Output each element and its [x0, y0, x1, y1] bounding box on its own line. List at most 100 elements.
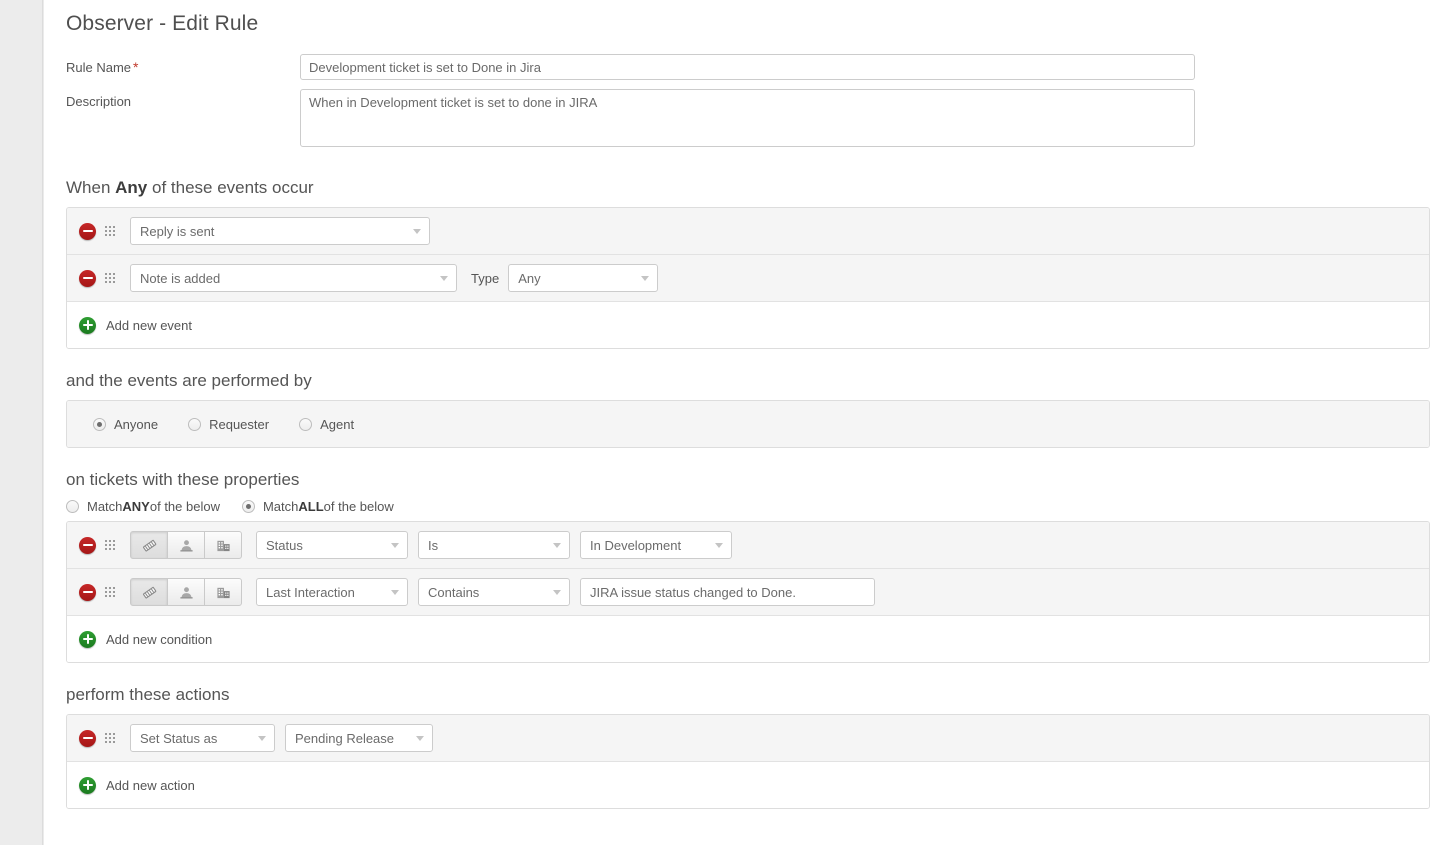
events-heading: When Any of these events occur — [44, 156, 1434, 207]
chevron-down-icon — [715, 543, 723, 548]
match-any-suffix: of the below — [149, 499, 220, 514]
ticket-icon[interactable] — [130, 531, 168, 559]
condition-scope-toggle-group — [130, 578, 242, 606]
condition-field-dropdown[interactable]: Status — [256, 531, 408, 559]
ticket-icon[interactable] — [130, 578, 168, 606]
performer-option-requester-label: Requester — [209, 416, 270, 432]
note-type-label: Type — [471, 270, 500, 286]
events-heading-prefix: When — [66, 178, 116, 197]
actions-panel: Set Status as Pending Release Add new ac… — [66, 714, 1430, 809]
event-row: Note is added Type Any — [67, 255, 1429, 302]
action-value-dropdown[interactable]: Pending Release — [285, 724, 433, 752]
drag-handle-icon[interactable] — [105, 539, 116, 551]
chevron-down-icon — [553, 543, 561, 548]
main-content: Observer - Edit Rule Rule Name* Descript… — [44, 0, 1434, 845]
drag-handle-icon[interactable] — [105, 732, 116, 744]
radio-icon[interactable] — [93, 417, 106, 431]
performer-option-agent[interactable]: Agent — [299, 417, 354, 432]
match-type-radio-group: Match ANY of the below Match ALL of the … — [44, 499, 1434, 521]
add-new-action-button[interactable]: Add new action — [79, 776, 195, 794]
condition-row: Last Interaction Contains — [67, 569, 1429, 616]
observer-edit-rule-page: Observer - Edit Rule Rule Name* Descript… — [0, 0, 1434, 845]
add-new-condition-row[interactable]: Add new condition — [67, 616, 1429, 662]
condition-operator-dropdown[interactable]: Is — [418, 531, 570, 559]
condition-value-input[interactable] — [580, 578, 875, 606]
match-all-option[interactable]: Match ALL of the below — [241, 499, 394, 514]
action-row: Set Status as Pending Release — [67, 715, 1429, 762]
description-label: Description — [66, 94, 132, 109]
radio-icon[interactable] — [188, 417, 202, 431]
performer-radio-row: Anyone Requester Agent — [67, 401, 1429, 447]
conditions-heading: on tickets with these properties — [66, 470, 300, 489]
condition-value-dropdown[interactable]: In Development — [580, 531, 732, 559]
condition-operator-dropdown[interactable]: Contains — [418, 578, 570, 606]
rule-name-label: Rule Name * — [66, 54, 300, 75]
add-new-condition-label: Add new condition — [106, 631, 213, 647]
radio-icon[interactable] — [241, 500, 255, 513]
drag-handle-icon[interactable] — [105, 225, 116, 237]
required-asterisk-icon: * — [133, 59, 139, 75]
add-new-event-row[interactable]: Add new event — [67, 302, 1429, 348]
chevron-down-icon — [641, 276, 650, 281]
add-new-event-button[interactable]: Add new event — [79, 316, 193, 334]
contact-icon[interactable] — [167, 578, 205, 606]
condition-value-text: In Development — [590, 537, 682, 553]
note-type-value: Any — [518, 270, 541, 286]
match-all-strong: ALL — [298, 499, 324, 514]
chevron-down-icon — [391, 543, 399, 548]
events-panel: Reply is sent Note is added Type Any Add… — [66, 207, 1430, 349]
performer-radio-group: Anyone Requester Agent — [93, 417, 384, 432]
add-new-action-row[interactable]: Add new action — [67, 762, 1429, 808]
remove-icon[interactable] — [79, 536, 96, 554]
chevron-down-icon — [258, 736, 266, 741]
drag-handle-icon[interactable] — [105, 272, 116, 284]
description-textarea[interactable]: When in Development ticket is set to don… — [300, 89, 1195, 147]
event-type-value: Note is added — [140, 270, 221, 286]
note-type-dropdown[interactable]: Any — [508, 264, 659, 292]
radio-icon[interactable] — [66, 500, 79, 513]
condition-field-value: Status — [266, 537, 303, 553]
performer-panel: Anyone Requester Agent — [66, 400, 1430, 448]
event-type-value: Reply is sent — [140, 223, 215, 239]
chevron-down-icon — [416, 736, 424, 741]
performer-heading: and the events are performed by — [66, 371, 312, 390]
contact-icon[interactable] — [167, 531, 205, 559]
condition-operator-value: Is — [428, 537, 439, 553]
add-new-action-label: Add new action — [106, 777, 195, 793]
company-icon[interactable] — [204, 531, 242, 559]
add-new-event-label: Add new event — [106, 317, 193, 333]
event-type-dropdown[interactable]: Note is added — [130, 264, 457, 292]
event-type-dropdown[interactable]: Reply is sent — [130, 217, 430, 245]
remove-icon[interactable] — [79, 269, 96, 287]
remove-icon[interactable] — [79, 222, 96, 240]
match-any-prefix: Match — [87, 499, 123, 514]
performer-option-requester[interactable]: Requester — [188, 417, 269, 432]
match-any-strong: ANY — [122, 499, 150, 514]
condition-field-dropdown[interactable]: Last Interaction — [256, 578, 408, 606]
conditions-panel: Status Is In Development Last Interactio… — [66, 521, 1430, 663]
company-icon[interactable] — [204, 578, 242, 606]
rule-details-form: Rule Name* Description When in Developme… — [44, 36, 1434, 147]
performer-option-anyone[interactable]: Anyone — [93, 417, 158, 432]
event-row: Reply is sent — [67, 208, 1429, 255]
performer-option-anyone-label: Anyone — [114, 416, 159, 432]
rule-name-input[interactable] — [300, 54, 1195, 80]
events-heading-suffix: of these events occur — [147, 178, 314, 197]
performer-option-agent-label: Agent — [320, 416, 355, 432]
plus-icon — [79, 776, 96, 794]
condition-row: Status Is In Development — [67, 522, 1429, 569]
remove-icon[interactable] — [79, 729, 96, 747]
description-row: Description When in Development ticket i… — [66, 89, 1434, 147]
match-all-prefix: Match — [262, 499, 299, 514]
events-heading-match-type: Any — [115, 178, 148, 197]
action-value-text: Pending Release — [295, 730, 395, 746]
radio-icon[interactable] — [299, 417, 313, 431]
drag-handle-icon[interactable] — [105, 586, 116, 598]
add-new-condition-button[interactable]: Add new condition — [79, 630, 213, 648]
match-any-option[interactable]: Match ANY of the below — [66, 499, 220, 514]
actions-heading: perform these actions — [66, 685, 230, 704]
condition-operator-value: Contains — [428, 584, 480, 600]
remove-icon[interactable] — [79, 583, 96, 601]
match-all-suffix: of the below — [323, 499, 394, 514]
action-type-dropdown[interactable]: Set Status as — [130, 724, 275, 752]
